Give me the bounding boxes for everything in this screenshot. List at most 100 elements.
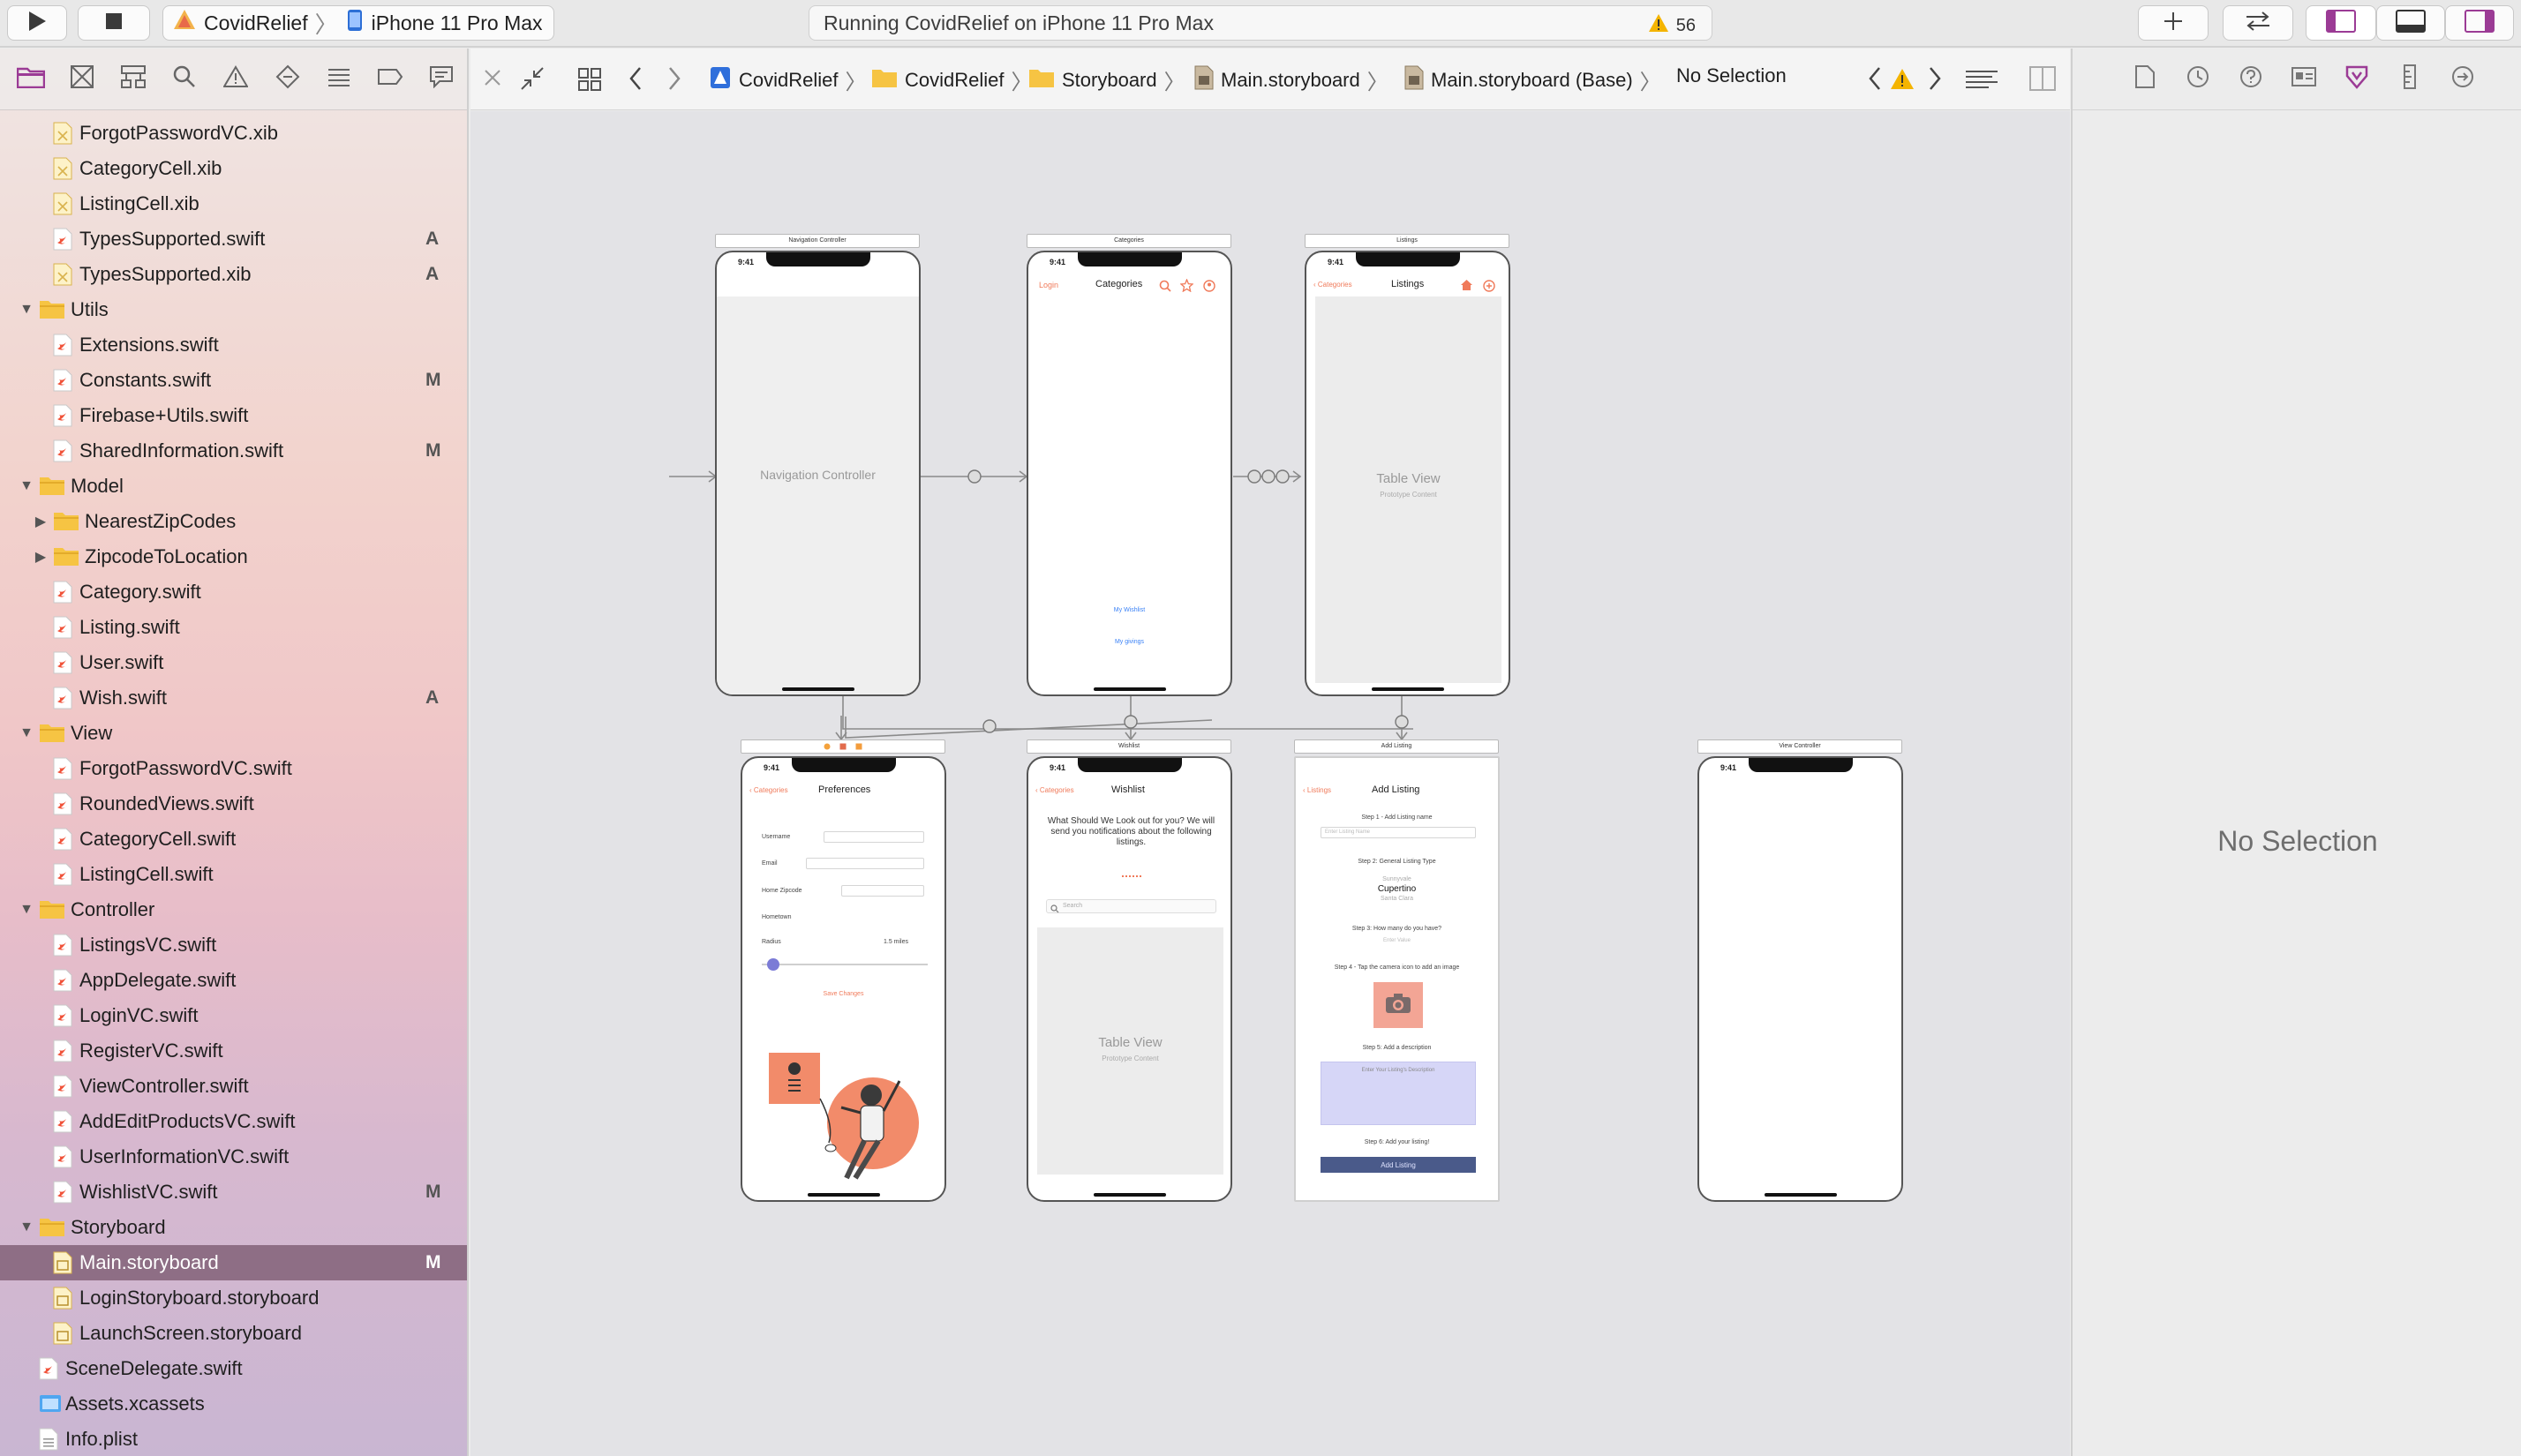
- radius-slider[interactable]: [762, 958, 928, 971]
- navigator-file-row[interactable]: CategoryCell.swift: [0, 822, 467, 857]
- navigator-file-row[interactable]: TypesSupported.xib A: [0, 257, 467, 292]
- navigator-file-row[interactable]: Wish.swift A: [0, 680, 467, 716]
- disclosure-triangle-down-icon[interactable]: ▼: [18, 1219, 35, 1236]
- stop-button[interactable]: [78, 5, 150, 41]
- navigator-group-controller[interactable]: ▼ Controller: [0, 892, 467, 927]
- login-button[interactable]: Login: [1039, 281, 1058, 289]
- issue-warning-icon[interactable]: [1890, 68, 1915, 96]
- disclosure-triangle-down-icon[interactable]: ▼: [18, 724, 35, 742]
- identity-inspector-tab[interactable]: [2277, 66, 2330, 92]
- navigator-file-row[interactable]: Constants.swift M: [0, 363, 467, 398]
- home-icon[interactable]: [1460, 279, 1473, 296]
- navigator-group-nearestzipcodes[interactable]: ▶ NearestZipCodes: [0, 504, 467, 539]
- navigator-file-row[interactable]: AddEditProductsVC.swift: [0, 1104, 467, 1139]
- navigator-file-row[interactable]: WishlistVC.swift M: [0, 1175, 467, 1210]
- categories-back-button[interactable]: ‹ Categories: [749, 786, 788, 794]
- picker-row-selected[interactable]: Cupertino: [1296, 884, 1498, 894]
- listings-table-view[interactable]: Table View Prototype Content: [1315, 296, 1501, 683]
- navigator-file-row[interactable]: ForgotPasswordVC.swift: [0, 751, 467, 786]
- navigator-file-row[interactable]: Info.plist: [0, 1422, 467, 1456]
- navigator-file-row[interactable]: LaunchScreen.storyboard: [0, 1316, 467, 1351]
- navigator-file-row[interactable]: AppDelegate.swift: [0, 963, 467, 998]
- disclosure-triangle-down-icon[interactable]: ▼: [18, 301, 35, 319]
- disclosure-triangle-right-icon[interactable]: ▶: [32, 548, 49, 566]
- history-inspector-tab[interactable]: [2171, 65, 2224, 93]
- editor-options-lines-icon[interactable]: [1966, 70, 1998, 94]
- scene-categories[interactable]: 9:41 Login Categories My Wishlist My giv…: [1027, 251, 1232, 696]
- report-navigator-tab[interactable]: [416, 56, 467, 102]
- scene-wishlist[interactable]: 9:41 ‹ Categories Wishlist What Should W…: [1027, 756, 1232, 1202]
- connections-inspector-tab[interactable]: [2436, 65, 2489, 93]
- scene-preferences[interactable]: 9:41 ‹ Categories Preferences Username E…: [741, 756, 946, 1202]
- navigator-file-row[interactable]: ListingCell.xib: [0, 186, 467, 221]
- scene-title-add-listing[interactable]: Add Listing: [1294, 739, 1499, 754]
- toggle-debug-area-button[interactable]: [2376, 5, 2445, 41]
- navigator-file-row[interactable]: LoginStoryboard.storyboard: [0, 1280, 467, 1316]
- scene-title-navigation[interactable]: Navigation Controller: [715, 234, 920, 248]
- symbol-navigator-tab[interactable]: [108, 56, 159, 102]
- profile-icon[interactable]: [1203, 280, 1215, 296]
- disclosure-triangle-right-icon[interactable]: ▶: [32, 513, 49, 530]
- crumb-group[interactable]: CovidRelief 〉: [871, 64, 1033, 95]
- scene-title-wishlist[interactable]: Wishlist: [1027, 739, 1231, 754]
- crumb-folder[interactable]: Storyboard 〉: [1028, 64, 1185, 95]
- navigator-group-storyboard[interactable]: ▼ Storyboard: [0, 1210, 467, 1245]
- crumb-project[interactable]: CovidRelief 〉: [709, 64, 867, 95]
- debug-navigator-tab[interactable]: [313, 56, 365, 102]
- navigator-file-row[interactable]: UserInformationVC.swift: [0, 1139, 467, 1175]
- disclosure-triangle-down-icon[interactable]: ▼: [18, 477, 35, 495]
- scene-title-categories[interactable]: Categories: [1027, 234, 1231, 248]
- wishlist-search-bar[interactable]: Search: [1046, 899, 1216, 913]
- listing-name-field[interactable]: Enter Listing Name: [1321, 827, 1476, 838]
- navigator-file-row[interactable]: ViewController.swift: [0, 1069, 467, 1104]
- storyboard-canvas[interactable]: Navigation Controller 9:41 Navigation Co…: [470, 111, 2070, 1456]
- related-items-grid-icon[interactable]: [578, 68, 601, 96]
- navigator-group-model[interactable]: ▼ Model: [0, 469, 467, 504]
- wishlist-table-view[interactable]: Table View Prototype Content: [1037, 927, 1223, 1175]
- navigator-file-row[interactable]: Main.storyboard M: [0, 1245, 467, 1280]
- next-issue-chevron-icon[interactable]: [1927, 66, 1943, 96]
- slider-thumb[interactable]: [767, 958, 779, 971]
- scene-navigation-controller[interactable]: 9:41 Navigation Controller: [715, 251, 921, 696]
- navigator-file-row[interactable]: User.swift: [0, 645, 467, 680]
- navigator-file-row[interactable]: SceneDelegate.swift: [0, 1351, 467, 1386]
- project-navigator-tab[interactable]: [5, 56, 56, 102]
- add-editor-split-icon[interactable]: [2029, 66, 2056, 96]
- navigator-file-row[interactable]: ListingCell.swift: [0, 857, 467, 892]
- attributes-inspector-tab[interactable]: [2330, 64, 2383, 94]
- email-field[interactable]: [806, 858, 924, 869]
- camera-button[interactable]: [1373, 982, 1423, 1028]
- quantity-placeholder[interactable]: Enter Value: [1296, 938, 1498, 943]
- navigator-group-zipcodetolocation[interactable]: ▶ ZipcodeToLocation: [0, 539, 467, 574]
- scene-title-view-controller[interactable]: View Controller: [1697, 739, 1902, 754]
- username-field[interactable]: [824, 831, 924, 843]
- navigator-file-row[interactable]: CategoryCell.xib: [0, 151, 467, 186]
- collapse-icon[interactable]: [520, 66, 545, 96]
- warning-indicator[interactable]: 56: [1648, 13, 1696, 38]
- add-circle-icon[interactable]: [1483, 280, 1495, 296]
- navigator-file-row[interactable]: TypesSupported.swift A: [0, 221, 467, 257]
- find-navigator-tab[interactable]: [159, 56, 210, 102]
- test-navigator-tab[interactable]: [262, 56, 313, 102]
- navigator-file-row[interactable]: LoginVC.swift: [0, 998, 467, 1033]
- prev-issue-chevron-icon[interactable]: [1867, 66, 1883, 96]
- back-chevron-icon[interactable]: [628, 66, 643, 96]
- scene-add-listing[interactable]: ‹ Listings Add Listing Step 1 - Add List…: [1294, 756, 1500, 1202]
- navigator-file-row[interactable]: Category.swift: [0, 574, 467, 610]
- navigator-file-row[interactable]: Firebase+Utils.swift: [0, 398, 467, 433]
- file-inspector-tab[interactable]: [2118, 65, 2171, 93]
- navigator-file-row[interactable]: Listing.swift: [0, 610, 467, 645]
- my-givings-link[interactable]: My givings: [1028, 639, 1230, 645]
- star-icon[interactable]: [1179, 278, 1194, 296]
- save-changes-button[interactable]: Save Changes: [742, 991, 944, 997]
- scene-listings[interactable]: 9:41 ‹ Categories Listings Table View Pr…: [1305, 251, 1510, 696]
- scene-view-controller[interactable]: 9:41: [1697, 756, 1903, 1202]
- navigator-file-row[interactable]: ForgotPasswordVC.xib: [0, 116, 467, 151]
- forward-chevron-icon[interactable]: [666, 66, 682, 96]
- navigator-file-row[interactable]: Extensions.swift: [0, 327, 467, 363]
- source-control-tab[interactable]: [56, 56, 108, 102]
- categories-back-button[interactable]: ‹ Categories: [1035, 786, 1074, 794]
- issue-navigator-tab[interactable]: [210, 56, 261, 102]
- description-box[interactable]: Enter Your Listing's Description: [1321, 1062, 1476, 1125]
- categories-back-button[interactable]: ‹ Categories: [1313, 281, 1352, 289]
